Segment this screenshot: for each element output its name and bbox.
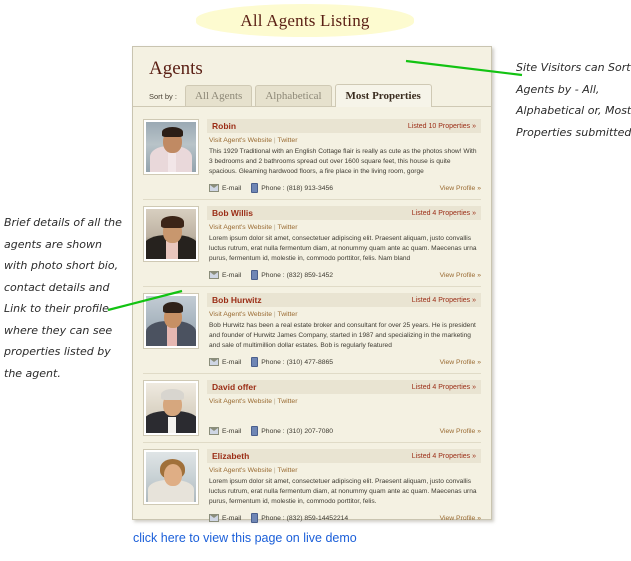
agent-contact-row: E-mail Phone : (818) 913-3456 View Profi… [207,179,481,194]
agent-links: Visit Agent's Website | Twitter [209,311,298,318]
mail-icon [209,184,219,192]
agent-card[interactable]: Bob Willis Listed 4 Properties » Visit A… [143,200,481,287]
agent-website-link[interactable]: Visit Agent's Website [209,311,272,318]
agent-name[interactable]: Bob Willis [212,208,253,218]
phone-icon [251,357,259,367]
agent-bio: Lorem ipsum dolor sit amet, consectetuer… [209,478,477,505]
page-title-banner: All Agents Listing [196,4,414,37]
agent-card[interactable]: Bob Hurwitz Listed 4 Properties » Visit … [143,287,481,374]
agent-website-link[interactable]: Visit Agent's Website [209,137,272,144]
view-profile-link[interactable]: View Profile » [440,515,481,522]
arrow-to-agent-card [107,289,183,312]
agent-listed-count[interactable]: Listed 4 Properties » [412,453,476,460]
mail-icon [209,514,219,522]
agent-list: Robin Listed 10 Properties » Visit Agent… [133,107,491,529]
agent-listed-count[interactable]: Listed 4 Properties » [412,297,476,304]
phone-icon [251,513,259,523]
agent-twitter-link[interactable]: Twitter [277,137,297,144]
agent-email-label[interactable]: E-mail [222,515,241,522]
mail-icon [209,358,219,366]
phone-icon [251,183,259,193]
avatar[interactable] [143,206,199,262]
agent-email-label[interactable]: E-mail [222,428,241,435]
agent-namebar: Bob Hurwitz Listed 4 Properties » [207,293,481,307]
agent-card[interactable]: Elizabeth Listed 4 Properties » Visit Ag… [143,443,481,529]
agent-card[interactable]: Robin Listed 10 Properties » Visit Agent… [143,113,481,200]
mail-icon [209,427,219,435]
agent-twitter-link[interactable]: Twitter [277,224,297,231]
agent-twitter-link[interactable]: Twitter [277,311,297,318]
agent-card[interactable]: David offer Listed 4 Properties » Visit … [143,374,481,443]
avatar[interactable] [143,119,199,175]
agent-listed-count[interactable]: Listed 4 Properties » [412,384,476,391]
agent-phone: Phone : (832) 859-1452 [261,271,334,279]
agent-links: Visit Agent's Website | Twitter [209,398,298,405]
sort-by-label: Sort by : [149,92,177,101]
agent-bio: This 1929 Traditional with an English Co… [209,148,477,175]
agent-contact-row: E-mail Phone : (310) 207-7080 View Profi… [207,422,481,437]
tab-alphabetical[interactable]: Alphabetical [255,85,332,106]
live-demo-link[interactable]: click here to view this page on live dem… [133,531,357,545]
agent-contact-row: E-mail Phone : (832) 859-14452214 View P… [207,509,481,524]
agent-email-label[interactable]: E-mail [222,185,241,192]
agent-name[interactable]: Robin [212,121,236,131]
agent-phone: Phone : (310) 477-8865 [261,358,334,366]
agent-listed-count[interactable]: Listed 4 Properties » [412,210,476,217]
phone-icon [251,270,259,280]
agent-contact-row: E-mail Phone : (832) 859-1452 View Profi… [207,266,481,281]
view-profile-link[interactable]: View Profile » [440,272,481,279]
mail-icon [209,271,219,279]
agent-namebar: Bob Willis Listed 4 Properties » [207,206,481,220]
agent-namebar: Robin Listed 10 Properties » [207,119,481,133]
agent-contact-row: E-mail Phone : (310) 477-8865 View Profi… [207,353,481,368]
agent-links: Visit Agent's Website | Twitter [209,224,298,231]
agent-links: Visit Agent's Website | Twitter [209,467,298,474]
agent-namebar: Elizabeth Listed 4 Properties » [207,449,481,463]
page-title: All Agents Listing [240,10,370,30]
sort-tab-bar: Sort by : All Agents Alphabetical Most P… [133,84,491,107]
agent-twitter-link[interactable]: Twitter [277,398,297,405]
agent-namebar: David offer Listed 4 Properties » [207,380,481,394]
agent-phone: Phone : (310) 207-7080 [261,427,334,435]
agent-phone: Phone : (818) 913-3456 [261,184,334,192]
agent-name[interactable]: Bob Hurwitz [212,295,262,305]
agent-links: Visit Agent's Website | Twitter [209,137,298,144]
agent-email-label[interactable]: E-mail [222,272,241,279]
view-profile-link[interactable]: View Profile » [440,359,481,366]
annotation-sort-agents: Site Visitors can Sort Agents by - All, … [516,61,631,139]
tab-most-properties[interactable]: Most Properties [334,84,432,107]
agent-phone: Phone : (832) 859-14452214 [261,514,349,522]
agent-bio: Lorem ipsum dolor sit amet, consectetuer… [209,235,477,262]
avatar[interactable] [143,380,199,436]
avatar[interactable] [143,449,199,505]
agent-website-link[interactable]: Visit Agent's Website [209,467,272,474]
arrow-to-tabs [405,59,523,77]
agent-bio [207,407,481,422]
phone-icon [251,426,259,436]
tab-all-agents[interactable]: All Agents [184,85,253,106]
agent-name[interactable]: David offer [212,382,256,392]
agent-twitter-link[interactable]: Twitter [277,467,297,474]
agent-listed-count[interactable]: Listed 10 Properties » [408,123,476,130]
agent-website-link[interactable]: Visit Agent's Website [209,398,272,405]
agent-bio: Bob Hurwitz has been a real estate broke… [209,322,476,349]
agents-panel: Agents Sort by : All Agents Alphabetical… [132,46,492,523]
agent-name[interactable]: Elizabeth [212,451,249,461]
agent-email-label[interactable]: E-mail [222,359,241,366]
view-profile-link[interactable]: View Profile » [440,185,481,192]
agent-website-link[interactable]: Visit Agent's Website [209,224,272,231]
view-profile-link[interactable]: View Profile » [440,428,481,435]
